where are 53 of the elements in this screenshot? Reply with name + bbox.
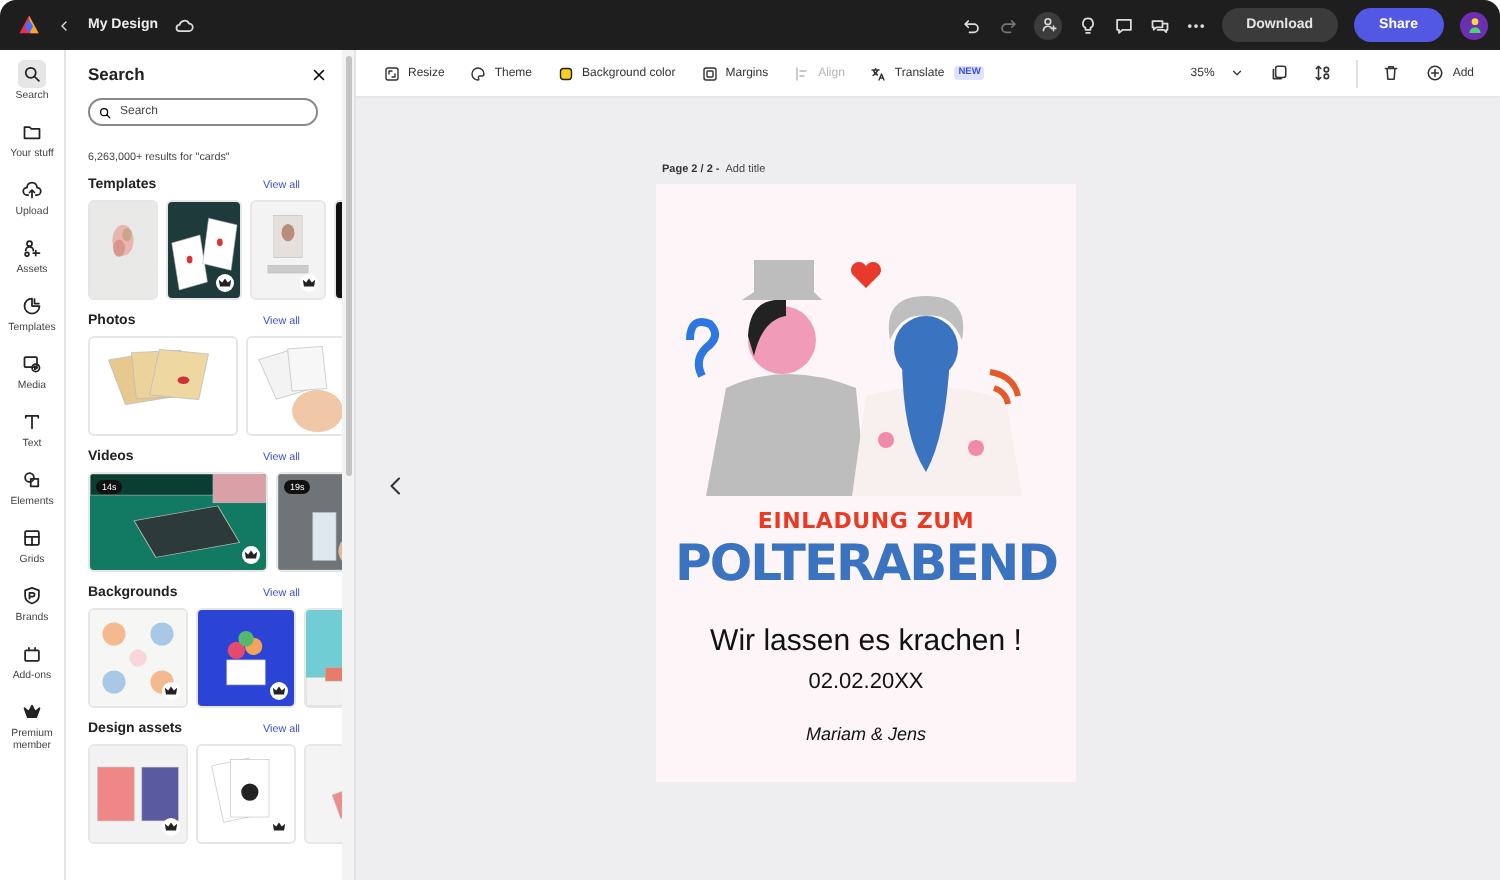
search-icon (22, 64, 42, 84)
date-text: 02.02.20XX (808, 670, 924, 694)
resize-icon (384, 65, 400, 81)
crown-icon (22, 701, 42, 722)
headline-text: POLTERABEND (675, 538, 1057, 588)
design-page[interactable]: EINLADUNG ZUM POLTERABEND Wir lassen es krachen ! 02.02.20XX Mariam & Jens (656, 184, 1076, 782)
close-icon[interactable] (310, 65, 328, 83)
media-icon (22, 353, 42, 374)
avatar[interactable] (1460, 11, 1488, 39)
palette-icon (470, 65, 487, 81)
align-icon (794, 65, 811, 81)
template-thumbnail[interactable] (166, 200, 242, 300)
comment-icon (1114, 15, 1135, 35)
comments-icon (1150, 15, 1171, 35)
add-person-icon (1039, 16, 1058, 34)
avatar-icon (1465, 16, 1483, 34)
invite-button[interactable] (1034, 11, 1063, 39)
kicker-text: EINLADUNG ZUM (757, 508, 975, 534)
lightbulb-icon (1078, 15, 1099, 35)
bag-icon (22, 643, 42, 664)
folder-icon (22, 121, 42, 142)
assets-icon (22, 237, 42, 258)
panel-title: Search (88, 64, 145, 84)
undo-icon (962, 15, 983, 35)
chevron-down-icon (1230, 66, 1245, 80)
photo-thumbnail[interactable] (246, 336, 342, 436)
cloud-icon (174, 15, 195, 35)
margins-icon (701, 65, 718, 81)
translate-icon (870, 65, 887, 81)
duplicate-icon (1270, 64, 1289, 82)
template-thumbnail[interactable] (250, 200, 326, 300)
scrollbar[interactable] (342, 50, 354, 880)
templates-icon (22, 295, 42, 316)
background-thumbnail[interactable] (196, 608, 296, 708)
back-icon[interactable] (56, 17, 72, 33)
app-logo[interactable] (18, 14, 40, 36)
plus-circle-icon (1426, 64, 1445, 82)
names-text: Mariam & Jens (805, 724, 927, 744)
asset-thumbnail[interactable] (196, 744, 296, 844)
shapes-icon (22, 469, 42, 490)
shield-icon (22, 585, 42, 606)
text-icon (22, 411, 42, 432)
asset-thumbnail[interactable] (88, 744, 188, 844)
template-thumbnail[interactable] (88, 200, 158, 300)
search-icon (98, 105, 112, 119)
color-swatch-icon (558, 65, 575, 81)
trash-icon (1382, 64, 1401, 82)
background-thumbnail[interactable] (88, 608, 188, 708)
grid-icon (22, 527, 42, 548)
upload-icon (22, 179, 42, 200)
tagline-text: Wir lassen es krachen ! (710, 624, 1022, 658)
redo-icon (998, 15, 1019, 35)
page-layout-icon (1314, 64, 1333, 82)
